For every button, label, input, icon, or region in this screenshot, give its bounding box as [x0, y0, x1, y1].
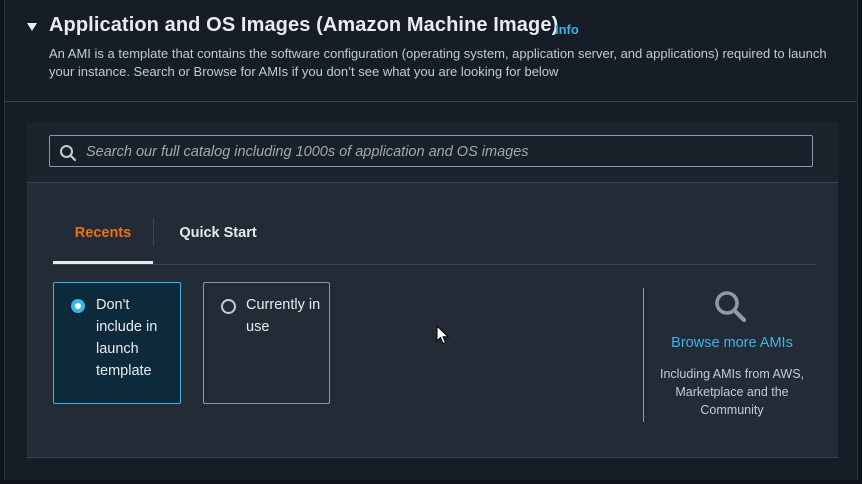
- option-label: Currently in use: [246, 297, 321, 335]
- search-input[interactable]: [84, 136, 808, 168]
- caret-down-icon[interactable]: [27, 23, 37, 31]
- search-icon: [60, 145, 77, 162]
- ami-section-panel: Application and OS Images (Amazon Machin…: [4, 0, 858, 480]
- section-title: Application and OS Images (Amazon Machin…: [49, 14, 559, 36]
- option-currently-in-use[interactable]: Currently in use: [203, 282, 330, 404]
- section-description: An AMI is a template that contains the s…: [49, 46, 827, 79]
- ami-selector-container: Recents Quick Start Don't include in lau…: [27, 122, 838, 458]
- section-header: Application and OS Images (Amazon Machin…: [5, 0, 857, 102]
- magnifier-icon: [715, 291, 747, 323]
- radio-selected-icon[interactable]: [71, 299, 85, 313]
- browse-more-amis-link[interactable]: Browse more AMIs: [657, 335, 807, 351]
- tab-quick-start[interactable]: Quick Start: [168, 214, 268, 262]
- radio-unselected-icon[interactable]: [221, 299, 236, 314]
- option-dont-include[interactable]: Don't include in launch template: [53, 282, 181, 404]
- browse-description: Including AMIs from AWS, Marketplace and…: [659, 367, 805, 417]
- search-box[interactable]: [49, 135, 813, 168]
- mouse-cursor-icon: [436, 325, 450, 345]
- info-link[interactable]: Info: [555, 22, 579, 37]
- tab-recents[interactable]: Recents: [53, 214, 153, 264]
- search-bar-area: [27, 122, 838, 183]
- tab-divider: [153, 218, 154, 246]
- option-label: Don't include in launch template: [96, 297, 158, 379]
- vertical-divider: [643, 288, 644, 422]
- ami-tabs: Recents Quick Start: [53, 214, 817, 265]
